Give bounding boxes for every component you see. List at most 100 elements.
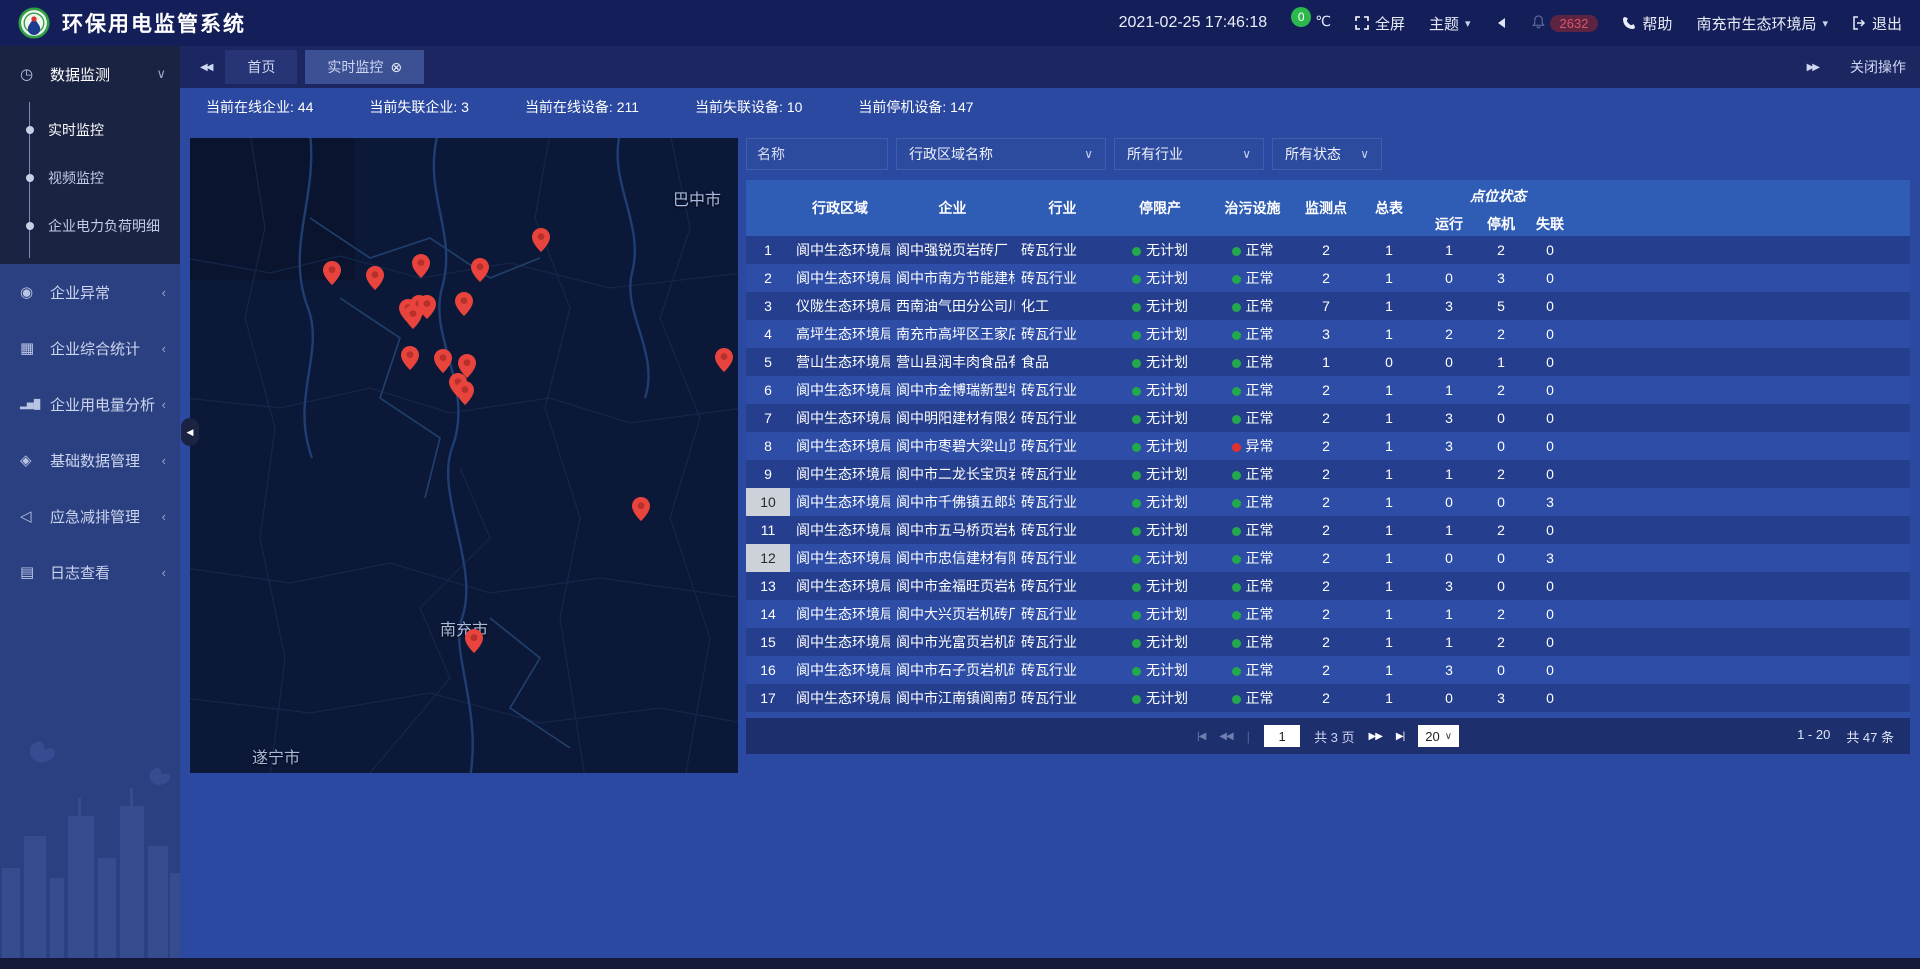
sidebar-item[interactable]: ◉企业异常‹ bbox=[0, 264, 180, 320]
table-row[interactable]: 6阆中生态环境局阆中市金博瑞新型墙材砖瓦行业无计划正常21120 bbox=[746, 376, 1910, 404]
cell-lost-count: 0 bbox=[1525, 684, 1575, 712]
tab-scroll-left-icon[interactable]: ◀◀ bbox=[194, 62, 217, 73]
table-row[interactable]: 11阆中生态环境局阆中市五马桥页岩机砖砖瓦行业无计划正常21120 bbox=[746, 516, 1910, 544]
sidebar-item[interactable]: ▂▅█企业用电量分析‹ bbox=[0, 376, 180, 432]
table-row[interactable]: 1阆中生态环境局阆中强锐页岩砖厂砖瓦行业无计划正常21120 bbox=[746, 236, 1910, 264]
page-size-select[interactable]: 20 ∨ bbox=[1418, 725, 1459, 747]
sidebar-subitem[interactable]: 企业电力负荷明细 bbox=[0, 202, 180, 250]
cell-filler bbox=[1575, 292, 1910, 320]
cell-monitor-count: 2 bbox=[1295, 376, 1357, 404]
sidebar-subitem[interactable]: 实时监控 bbox=[0, 106, 180, 154]
table-row[interactable]: 10阆中生态环境局阆中市千佛镇五郎垭页岩砖瓦行业无计划正常21003 bbox=[746, 488, 1910, 516]
map-pin[interactable] bbox=[366, 266, 384, 290]
cell-region: 阆中生态环境局 bbox=[790, 684, 890, 712]
tab-home[interactable]: 首页 bbox=[225, 50, 297, 84]
industry-filter-select[interactable]: 所有行业 ∨ bbox=[1114, 138, 1264, 170]
help-button[interactable]: 帮助 bbox=[1622, 13, 1672, 34]
tab-scroll-right-icon[interactable]: ▶▶ bbox=[1801, 62, 1824, 73]
ok-dot-icon bbox=[1232, 303, 1241, 312]
theme-dropdown[interactable]: 主题▾ bbox=[1429, 13, 1471, 34]
sidebar-item[interactable]: ▤日志查看‹ bbox=[0, 544, 180, 600]
cell-facility-status: 正常 bbox=[1210, 516, 1295, 544]
table-row[interactable]: 4高坪生态环境局南充市高坪区王家店建砖瓦行业无计划正常31220 bbox=[746, 320, 1910, 348]
prev-page-icon[interactable]: ◀◀ bbox=[1219, 731, 1232, 742]
map-pin[interactable] bbox=[323, 261, 341, 285]
cell-meter-count: 1 bbox=[1357, 488, 1421, 516]
table-row[interactable]: 2阆中生态环境局阆中市南方节能建材有砖瓦行业无计划正常21030 bbox=[746, 264, 1910, 292]
table-row[interactable]: 15阆中生态环境局阆中市光富页岩机砖厂砖瓦行业无计划正常21120 bbox=[746, 628, 1910, 656]
row-index: 10 bbox=[746, 488, 790, 516]
map-collapse-handle[interactable]: ◀ bbox=[181, 418, 199, 446]
col-filler bbox=[1575, 180, 1910, 236]
cell-run-count: 1 bbox=[1421, 516, 1477, 544]
page-input[interactable] bbox=[1264, 725, 1300, 747]
range-label: 1 - 20 bbox=[1797, 727, 1830, 746]
map-pin[interactable] bbox=[455, 292, 473, 316]
ok-dot-icon bbox=[1132, 359, 1141, 368]
cell-limit-status: 无计划 bbox=[1110, 516, 1210, 544]
first-page-icon[interactable]: |◀ bbox=[1197, 731, 1205, 742]
ok-dot-icon bbox=[1132, 611, 1141, 620]
table-row[interactable]: 13阆中生态环境局阆中市金福旺页岩机砖砖瓦行业无计划正常21300 bbox=[746, 572, 1910, 600]
cell-stop-count: 2 bbox=[1477, 376, 1525, 404]
notifications-button[interactable]: 2632 bbox=[1531, 14, 1599, 33]
cell-filler bbox=[1575, 488, 1910, 516]
sidebar-item-label: 企业用电量分析 bbox=[50, 394, 162, 415]
last-page-icon[interactable]: ▶| bbox=[1396, 731, 1404, 742]
cell-monitor-count: 2 bbox=[1295, 460, 1357, 488]
table-row[interactable]: 14阆中生态环境局阆中大兴页岩机砖厂砖瓦行业无计划正常21120 bbox=[746, 600, 1910, 628]
map-pin[interactable] bbox=[404, 305, 422, 329]
table-row[interactable]: 8阆中生态环境局阆中市枣碧大梁山页岩砖瓦行业无计划异常21300 bbox=[746, 432, 1910, 460]
map[interactable]: 巴中市南充市遂宁市 ◀ bbox=[190, 138, 738, 773]
table-row[interactable]: 3仪陇生态环境局西南油气田分公司川中化工无计划正常71350 bbox=[746, 292, 1910, 320]
cell-industry: 砖瓦行业 bbox=[1015, 236, 1110, 264]
map-pin[interactable] bbox=[471, 258, 489, 282]
org-dropdown[interactable]: 南充市生态环境局▾ bbox=[1696, 13, 1828, 34]
table-row[interactable]: 16阆中生态环境局阆中市石子页岩机砖厂砖瓦行业无计划正常21300 bbox=[746, 656, 1910, 684]
sidebar-group: ◷数据监测∨实时监控视频监控企业电力负荷明细 bbox=[0, 46, 180, 264]
map-pin[interactable] bbox=[532, 228, 550, 252]
map-pin[interactable] bbox=[434, 349, 452, 373]
table-row[interactable]: 7阆中生态环境局阆中明阳建材有限公司砖瓦行业无计划正常21300 bbox=[746, 404, 1910, 432]
fullscreen-button[interactable]: 全屏 bbox=[1355, 13, 1405, 34]
sidebar-item[interactable]: ◷数据监测∨ bbox=[0, 46, 180, 102]
voice-mute-icon[interactable] bbox=[1495, 17, 1507, 29]
next-page-icon[interactable]: ▶▶ bbox=[1369, 731, 1382, 742]
cell-region: 阆中生态环境局 bbox=[790, 376, 890, 404]
row-index: 16 bbox=[746, 656, 790, 684]
cell-meter-count: 1 bbox=[1357, 684, 1421, 712]
sidebar-subitem[interactable]: 视频监控 bbox=[0, 154, 180, 202]
ok-dot-icon bbox=[1232, 387, 1241, 396]
chevron-down-icon: ▾ bbox=[1822, 17, 1828, 30]
tab-close-icon[interactable]: ⊗ bbox=[390, 50, 402, 84]
table-row[interactable]: 12阆中生态环境局阆中市忠信建材有限公砖瓦行业无计划正常21003 bbox=[746, 544, 1910, 572]
cell-run-count: 1 bbox=[1421, 628, 1477, 656]
map-pin[interactable] bbox=[715, 348, 733, 372]
map-pin[interactable] bbox=[412, 254, 430, 278]
table-row[interactable]: 9阆中生态环境局阆中市二龙长宝页岩砖砖瓦行业无计划正常21120 bbox=[746, 460, 1910, 488]
cell-region: 仪陇生态环境局 bbox=[790, 292, 890, 320]
ok-dot-icon bbox=[1132, 639, 1141, 648]
cell-limit-status: 无计划 bbox=[1110, 432, 1210, 460]
map-pin[interactable] bbox=[632, 497, 650, 521]
status-filter-select[interactable]: 所有状态 ∨ bbox=[1272, 138, 1382, 170]
cell-limit-status: 无计划 bbox=[1110, 572, 1210, 600]
tab-realtime-monitor[interactable]: 实时监控 ⊗ bbox=[305, 50, 424, 84]
cell-lost-count: 0 bbox=[1525, 320, 1575, 348]
cell-limit-status: 无计划 bbox=[1110, 628, 1210, 656]
table-row[interactable]: 17阆中生态环境局阆中市江南镇阆南页岩砖瓦行业无计划正常21030 bbox=[746, 684, 1910, 712]
cell-filler bbox=[1575, 684, 1910, 712]
name-filter-input[interactable] bbox=[746, 138, 888, 170]
map-pin[interactable] bbox=[401, 346, 419, 370]
map-pin[interactable] bbox=[465, 629, 483, 653]
sidebar-item[interactable]: ▦企业综合统计‹ bbox=[0, 320, 180, 376]
close-operations-button[interactable]: 关闭操作 bbox=[1850, 57, 1906, 77]
pagination-bar: |◀ ◀◀ | 共 3 页 ▶▶ ▶| 20 ∨ bbox=[746, 718, 1910, 754]
sidebar-item[interactable]: ◁应急减排管理‹ bbox=[0, 488, 180, 544]
exit-button[interactable]: 退出 bbox=[1852, 13, 1902, 34]
cell-stop-count: 0 bbox=[1477, 488, 1525, 516]
table-row[interactable]: 5营山生态环境局营山县润丰肉食品有限食品无计划正常10010 bbox=[746, 348, 1910, 376]
sidebar-item[interactable]: ◈基础数据管理‹ bbox=[0, 432, 180, 488]
region-filter-select[interactable]: 行政区域名称 ∨ bbox=[896, 138, 1106, 170]
map-pin[interactable] bbox=[456, 381, 474, 405]
